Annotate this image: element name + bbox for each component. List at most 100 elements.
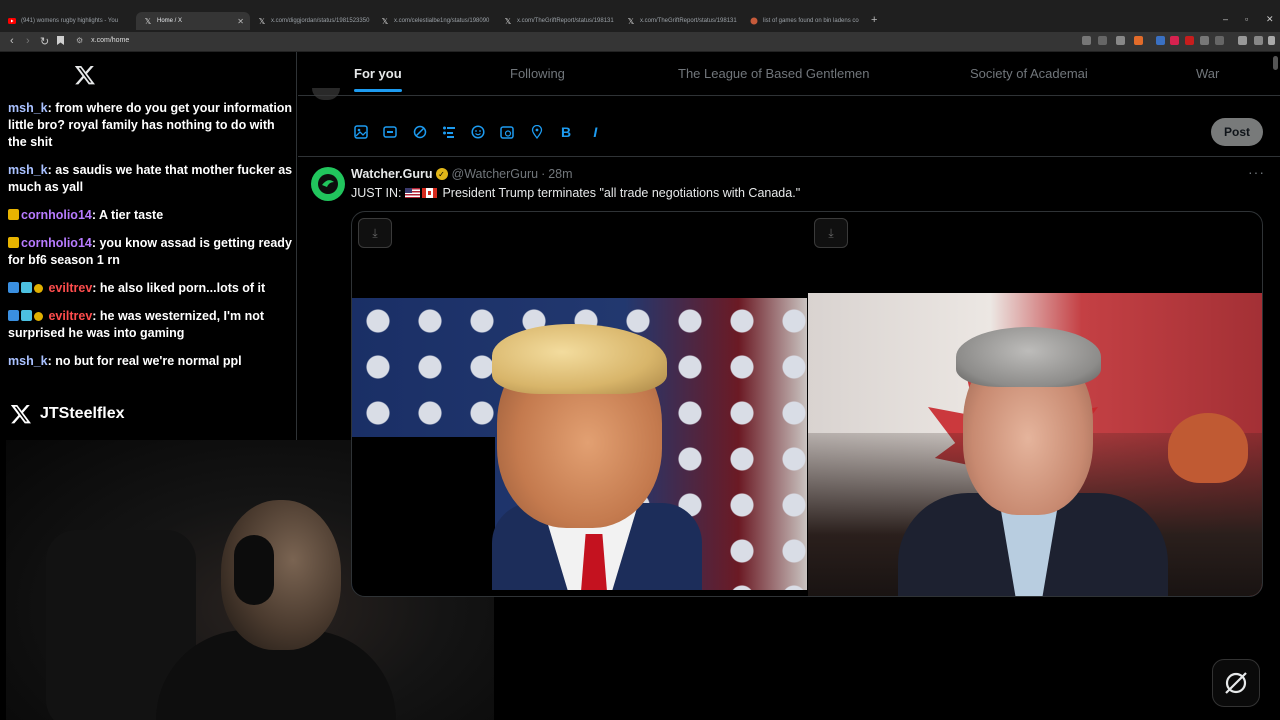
stream-chat: msh_k: from where do you get your inform… xyxy=(8,100,293,381)
browser-tab[interactable]: 𝕏 x.com/celestialbe1ng/status/198090 xyxy=(381,12,493,30)
extension-icon[interactable] xyxy=(1185,36,1194,45)
chat-message: cornholio14: A tier taste xyxy=(8,207,293,224)
tab-title: x.com/celestialbe1ng/status/198090 xyxy=(394,18,490,24)
tab-war[interactable]: War xyxy=(1196,66,1219,81)
browser-tab-bar: (941) womens rugby highlights - You 𝕏 Ho… xyxy=(0,0,1280,32)
tweet-author-name[interactable]: Watcher.Guru xyxy=(351,167,433,181)
brave-shield-icon[interactable] xyxy=(1134,36,1143,45)
x-logo-icon[interactable] xyxy=(74,64,96,86)
one-badge-icon xyxy=(34,284,43,293)
tab-league-of-based-gentlemen[interactable]: The League of Based Gentlemen xyxy=(678,66,870,81)
tweet-author-handle[interactable]: @WatcherGuru xyxy=(452,167,539,181)
url-field[interactable]: ⚙ x.com/home xyxy=(76,36,129,45)
x-logo-icon xyxy=(10,405,31,424)
grid-badge-icon xyxy=(21,310,32,321)
gif-icon[interactable] xyxy=(382,124,398,140)
tab-for-you[interactable]: For you xyxy=(354,66,402,92)
grid-badge-icon xyxy=(21,282,32,293)
zoom-icon[interactable] xyxy=(1098,36,1107,45)
reload-button[interactable]: ↻ xyxy=(40,35,49,48)
carney-photo[interactable] xyxy=(808,293,1262,596)
bookmark-icon[interactable] xyxy=(57,36,64,48)
share-icon[interactable] xyxy=(1116,36,1125,45)
tab-label: War xyxy=(1196,66,1220,81)
chat-username: eviltrev xyxy=(48,281,93,295)
poll-icon[interactable] xyxy=(441,124,457,140)
tweet-media[interactable]: ⤓ ⤓ xyxy=(351,211,1263,597)
tweet-text: JUST IN: President Trump terminates "all… xyxy=(351,186,800,200)
globe-icon xyxy=(750,17,758,25)
forward-button[interactable]: › xyxy=(26,35,30,47)
tab-label: The League of Based Gentlemen xyxy=(678,66,870,81)
subscriber-badge-icon xyxy=(8,282,19,293)
tab-title: (941) womens rugby highlights - You xyxy=(21,18,119,24)
headphones-icon xyxy=(234,535,274,605)
chat-message: msh_k: as saudis we hate that mother fuc… xyxy=(8,162,293,196)
extension-icon[interactable] xyxy=(1082,36,1091,45)
browser-tab[interactable]: 𝕏 x.com/TheGriftReport/status/198131 xyxy=(627,12,739,30)
tab-title: x.com/TheGriftReport/status/198131 xyxy=(517,18,614,24)
chat-message: cornholio14: you know assad is getting r… xyxy=(8,235,293,269)
tab-label: Following xyxy=(510,66,565,81)
chat-text: : A tier taste xyxy=(91,208,164,222)
post-button[interactable]: Post xyxy=(1211,118,1263,146)
tweet-header: Watcher.Guru ✓ @WatcherGuru · 28m xyxy=(351,167,573,181)
scrollbar[interactable] xyxy=(1273,56,1278,70)
trump-photo[interactable] xyxy=(352,298,807,590)
tab-following[interactable]: Following xyxy=(510,66,565,81)
minimize-button[interactable]: – xyxy=(1223,14,1228,24)
extension-icon[interactable] xyxy=(1156,36,1165,45)
restore-button[interactable]: ▫ xyxy=(1245,14,1248,24)
app-logo-icon[interactable] xyxy=(1212,659,1260,707)
extension-icon[interactable] xyxy=(1200,36,1209,45)
italic-icon[interactable]: I xyxy=(587,124,603,140)
close-window-button[interactable]: ✕ xyxy=(1266,14,1274,25)
crown-badge-icon xyxy=(8,237,19,248)
new-tab-button[interactable]: + xyxy=(871,14,877,26)
tab-title: Home / X xyxy=(157,18,183,24)
separator: · xyxy=(541,167,546,181)
tab-label: Society of Academai xyxy=(970,66,1088,81)
more-options-icon[interactable]: ··· xyxy=(1248,164,1265,180)
menu-icon[interactable] xyxy=(1268,36,1275,45)
extension-icon[interactable] xyxy=(1170,36,1179,45)
chat-text: : no but for real we're normal ppl xyxy=(47,354,242,368)
browser-tab-active[interactable]: 𝕏 Home / X ✕ xyxy=(136,12,250,30)
hair xyxy=(956,327,1101,387)
chat-text: : he also liked porn...lots of it xyxy=(92,281,266,295)
grok-icon[interactable] xyxy=(412,124,428,140)
tab-society-of-academai[interactable]: Society of Academai xyxy=(970,66,1088,81)
emoji-icon[interactable] xyxy=(470,124,486,140)
crown-badge-icon xyxy=(8,209,19,220)
chat-username: msh_k xyxy=(8,101,48,115)
bold-icon[interactable]: B xyxy=(558,124,574,140)
wallet-icon[interactable] xyxy=(1254,36,1263,45)
browser-tab[interactable]: list of games found on bin ladens co xyxy=(750,12,862,30)
browser-tab[interactable]: 𝕏 x.com/diggjordan/status/1981523350 xyxy=(258,12,370,30)
back-button[interactable]: ‹ xyxy=(10,35,14,47)
watcher-guru-logo-icon xyxy=(318,174,338,194)
composer-avatar xyxy=(312,88,340,100)
crowd-person xyxy=(1168,413,1248,483)
x-icon: 𝕏 xyxy=(627,16,635,26)
location-icon[interactable] xyxy=(529,124,545,140)
address-bar-row: ‹ › ↻ ⚙ x.com/home xyxy=(0,32,1280,52)
browser-tab[interactable]: (941) womens rugby highlights - You xyxy=(8,12,126,30)
tweet-timestamp[interactable]: 28m xyxy=(548,167,572,181)
download-icon[interactable]: ⤓ xyxy=(358,218,392,248)
close-tab-icon[interactable]: ✕ xyxy=(237,17,244,26)
tweet-text-prefix: JUST IN: xyxy=(351,186,402,200)
download-icon[interactable]: ⤓ xyxy=(814,218,848,248)
tab-label: For you xyxy=(354,66,402,81)
composer-divider xyxy=(298,156,1280,157)
tab-title: x.com/diggjordan/status/1981523350 xyxy=(271,18,370,24)
sidebar-icon[interactable] xyxy=(1238,36,1247,45)
chat-username: msh_k xyxy=(8,163,48,177)
browser-tab[interactable]: 𝕏 x.com/TheGriftReport/status/198131 xyxy=(504,12,616,30)
site-settings-icon[interactable]: ⚙ xyxy=(76,36,83,45)
image-icon[interactable] xyxy=(353,124,369,140)
extension-icon[interactable] xyxy=(1215,36,1224,45)
us-flag-icon xyxy=(404,188,420,198)
schedule-icon[interactable] xyxy=(499,124,515,140)
tweet-avatar[interactable] xyxy=(311,167,345,201)
